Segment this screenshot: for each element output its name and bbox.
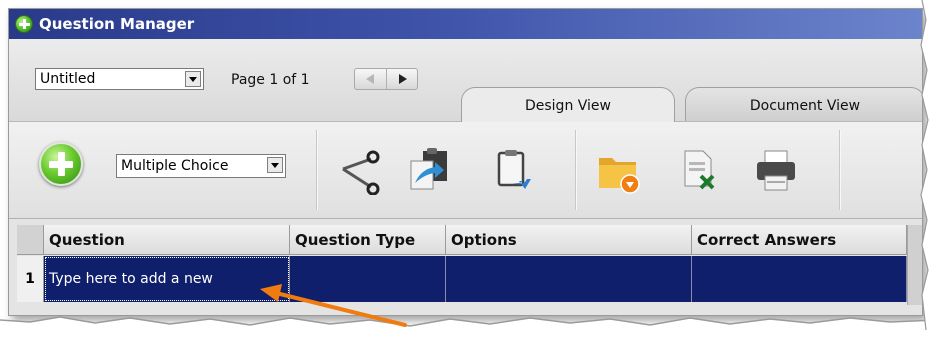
export-excel-icon[interactable]: [679, 148, 725, 194]
cut-icon[interactable]: [335, 149, 381, 195]
tab-design-view[interactable]: Design View: [461, 87, 675, 122]
correct-answers-cell[interactable]: [692, 256, 907, 302]
title-bar: Question Manager: [9, 9, 922, 39]
toolbar-divider: [839, 130, 841, 210]
add-app-icon: [15, 15, 33, 33]
next-page-button[interactable]: [385, 69, 418, 89]
arrow-left-icon: [366, 74, 374, 84]
document-bar: Untitled Page 1 of 1 Design View Documen…: [9, 39, 922, 122]
add-question-icon[interactable]: [39, 142, 83, 186]
column-header-options[interactable]: Options: [446, 225, 692, 255]
document-select-value: Untitled: [40, 71, 96, 87]
chevron-down-icon[interactable]: [185, 71, 201, 87]
torn-edge: [0, 316, 937, 348]
import-folder-icon[interactable]: [596, 148, 642, 194]
grid-corner[interactable]: [17, 225, 44, 255]
row-number[interactable]: 1: [17, 256, 44, 302]
toolbar-divider: [575, 130, 577, 210]
tab-document-view[interactable]: Document View: [685, 87, 922, 121]
print-icon[interactable]: [753, 148, 799, 194]
copy-icon[interactable]: [407, 147, 453, 193]
column-header-correct-answers[interactable]: Correct Answers: [692, 225, 907, 255]
column-header-question[interactable]: Question: [44, 225, 290, 255]
document-select[interactable]: Untitled: [35, 68, 204, 90]
paste-icon[interactable]: [491, 147, 537, 193]
toolbar-divider: [316, 130, 318, 210]
page-indicator: Page 1 of 1: [231, 72, 310, 88]
torn-edge-right: [920, 0, 937, 330]
annotation-arrow-icon: [260, 284, 407, 327]
question-type-value: Multiple Choice: [121, 158, 229, 174]
column-header-question-type[interactable]: Question Type: [290, 225, 446, 255]
previous-page-button[interactable]: [355, 69, 386, 89]
chevron-down-icon[interactable]: [267, 157, 283, 173]
options-cell[interactable]: [446, 256, 692, 302]
pager: [354, 68, 418, 90]
arrow-right-icon: [398, 74, 407, 84]
toolbar: Multiple Choice: [9, 122, 922, 219]
question-type-select[interactable]: Multiple Choice: [116, 154, 286, 178]
question-manager-window: Question Manager Untitled Page 1 of 1 De…: [8, 8, 923, 316]
window-title: Question Manager: [39, 15, 195, 33]
